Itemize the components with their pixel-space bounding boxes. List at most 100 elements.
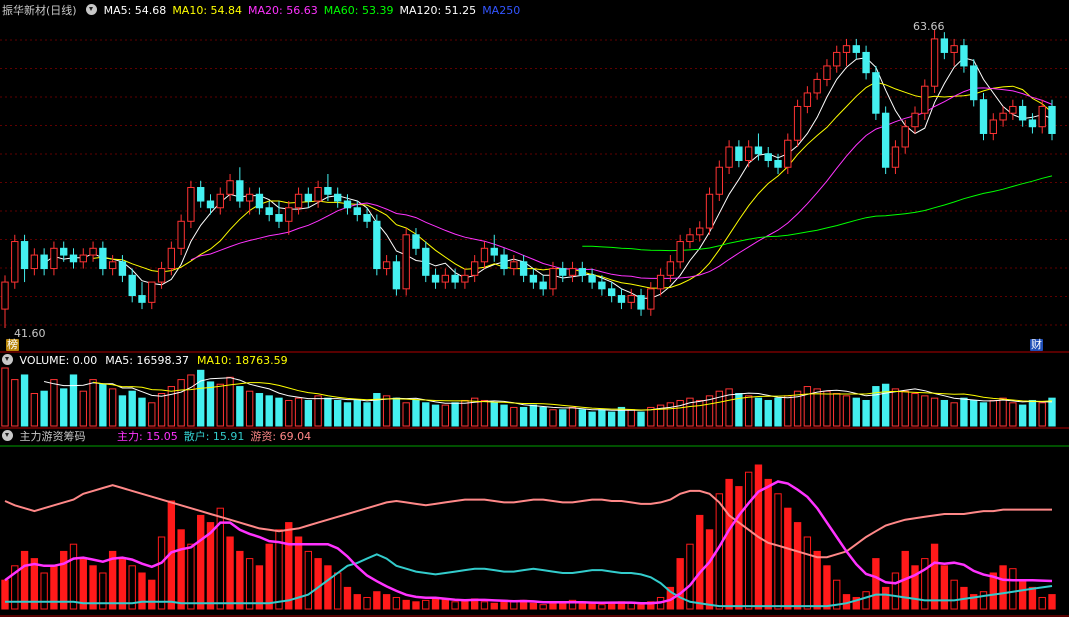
volume-bar xyxy=(441,404,450,427)
volume-bar xyxy=(1038,402,1046,427)
dropdown-icon[interactable] xyxy=(2,354,13,365)
candle-body xyxy=(30,254,39,270)
candle-body xyxy=(627,295,635,303)
main-force-bar xyxy=(118,558,127,610)
candle-body xyxy=(666,261,675,276)
main-force-bar xyxy=(1048,594,1056,610)
main-force-bar xyxy=(686,543,694,610)
volume-bar xyxy=(1,367,9,427)
candle-body xyxy=(99,247,107,270)
main-force-bar xyxy=(950,579,958,610)
candle-body xyxy=(216,193,224,209)
volume-bar xyxy=(1028,399,1037,427)
candle-body xyxy=(519,261,528,276)
ma-label-3: MA60: 53.39 xyxy=(323,4,394,17)
rank-badge[interactable]: 榜 xyxy=(6,339,19,351)
main-force-bar xyxy=(382,594,391,610)
volume-bar xyxy=(402,402,410,427)
main-force-bar xyxy=(138,572,146,610)
main-force-bar xyxy=(881,586,890,610)
main-force-bar xyxy=(1038,596,1046,610)
candle-body xyxy=(490,247,498,256)
candle-body xyxy=(852,45,860,53)
candle-body xyxy=(656,274,665,290)
main-force-bar xyxy=(823,565,831,610)
indicator-label-0: 主力: 15.05 xyxy=(117,430,178,443)
main-force-bar xyxy=(725,478,733,610)
volume-panel-header: VOLUME: 0.00 MA5: 16598.37 MA10: 18763.59 xyxy=(2,354,296,368)
volume-bar xyxy=(833,393,841,427)
volume-bar xyxy=(157,393,166,427)
candle-body xyxy=(275,214,283,222)
volume-bar xyxy=(940,399,949,427)
volume-label-2: MA10: 18763.59 xyxy=(196,354,288,367)
candle-body xyxy=(1028,119,1037,128)
candle-body xyxy=(461,274,469,283)
candle-body xyxy=(294,193,303,209)
candle-body xyxy=(539,281,547,290)
volume-bar xyxy=(529,404,538,427)
candle-body xyxy=(500,254,508,270)
indicator-panel-header: 主力游资筹码 主力: 15.05 散户: 15.91 游资: 69.04 xyxy=(2,430,317,444)
volume-bar xyxy=(911,393,919,427)
volume-bar xyxy=(167,386,176,427)
main-force-bar xyxy=(705,529,714,610)
volume-bar xyxy=(500,404,508,427)
volume-bar xyxy=(187,374,195,427)
candle-body xyxy=(598,281,606,290)
candle-body xyxy=(833,51,841,67)
volume-bar xyxy=(598,409,606,427)
main-force-bar xyxy=(813,550,821,610)
volume-bar xyxy=(285,399,293,427)
volume-bar xyxy=(891,388,900,427)
finance-badge[interactable]: 财 xyxy=(1030,339,1043,351)
volume-bar xyxy=(510,406,518,427)
volume-bar xyxy=(744,395,753,427)
main-force-bar xyxy=(793,522,802,610)
volume-bar xyxy=(627,409,635,427)
candle-body xyxy=(842,45,851,53)
candle-body xyxy=(451,274,459,283)
candle-body xyxy=(412,234,420,249)
candle-body xyxy=(774,159,782,168)
main-force-bar xyxy=(1,579,9,610)
main-force-bar xyxy=(529,602,538,610)
candle-body xyxy=(647,288,655,310)
volume-bar xyxy=(148,402,156,427)
main-force-bar xyxy=(480,601,489,610)
volume-bar xyxy=(930,397,939,427)
candle-body xyxy=(930,38,939,87)
indicator-title: 主力游资筹码 xyxy=(19,430,86,443)
ma5-line xyxy=(43,57,1053,299)
dropdown-icon[interactable] xyxy=(2,430,13,441)
main-force-bar xyxy=(314,558,322,610)
candle-body xyxy=(480,247,489,263)
indicator-label-2: 游资: 69.04 xyxy=(250,430,312,443)
volume-bar xyxy=(108,388,117,427)
volume-bar xyxy=(451,402,459,427)
main-force-bar xyxy=(921,558,929,610)
volume-bar xyxy=(412,399,420,427)
main-force-bar xyxy=(979,591,988,610)
main-force-bar xyxy=(1028,586,1037,610)
candle-body xyxy=(549,268,557,290)
main-force-bar xyxy=(79,558,87,610)
volume-bar xyxy=(50,379,58,427)
main-force-bar xyxy=(245,558,254,610)
candle-body xyxy=(784,139,792,168)
candle-body xyxy=(118,261,127,276)
candle-body xyxy=(1048,105,1056,134)
dropdown-icon[interactable] xyxy=(86,4,98,15)
candle-body xyxy=(510,261,518,270)
main-force-bar xyxy=(637,604,645,610)
chart-canvas[interactable] xyxy=(0,0,1069,617)
candle-body xyxy=(921,85,929,114)
indicator-labels: 主力: 15.05 散户: 15.91 游资: 69.04 xyxy=(117,430,317,443)
candle-body xyxy=(891,146,900,168)
candle-body xyxy=(637,295,645,310)
candle-body xyxy=(353,207,361,216)
candle-body xyxy=(285,207,293,222)
main-force-bar xyxy=(510,601,518,610)
volume-bar xyxy=(666,402,675,427)
main-force-bar xyxy=(930,543,939,610)
